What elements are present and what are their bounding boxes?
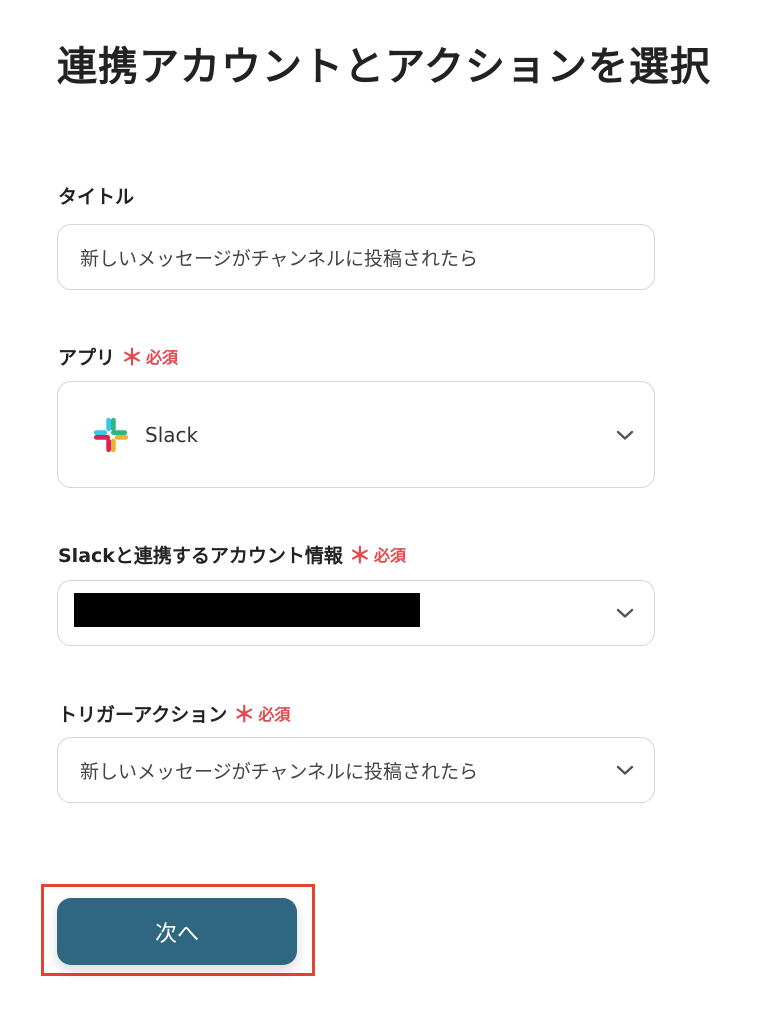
trigger-select-value: 新しいメッセージがチャンネルに投稿されたら — [80, 760, 479, 783]
account-label-text: Slackと連携するアカウント情報 — [58, 544, 343, 567]
required-indicator: ＊ 必須 — [233, 697, 290, 729]
next-button[interactable]: 次へ — [57, 898, 297, 965]
chevron-down-icon — [616, 765, 634, 775]
account-select[interactable] — [57, 580, 655, 646]
title-input-value: 新しいメッセージがチャンネルに投稿されたら — [80, 247, 479, 270]
page-title: 連携アカウントとアクションを選択 — [57, 44, 711, 90]
required-star: ＊ — [121, 346, 144, 371]
required-star: ＊ — [233, 703, 256, 728]
app-select-value: Slack — [145, 422, 199, 447]
trigger-label-text: トリガーアクション — [58, 703, 228, 726]
required-star: ＊ — [348, 544, 371, 569]
app-label: アプリ ＊ 必須 — [58, 340, 178, 372]
chevron-down-icon — [616, 430, 634, 440]
title-label: タイトル — [58, 182, 134, 209]
app-label-text: アプリ — [58, 346, 116, 369]
required-indicator: ＊ 必須 — [349, 538, 406, 570]
slack-logo-icon — [93, 417, 129, 452]
redacted-account-value — [74, 593, 420, 627]
app-select[interactable]: Slack — [57, 381, 655, 488]
account-label: Slackと連携するアカウント情報 ＊ 必須 — [58, 538, 406, 570]
chevron-down-icon — [616, 608, 634, 618]
title-label-text: タイトル — [58, 186, 135, 208]
required-text: 必須 — [373, 546, 406, 565]
title-input[interactable]: 新しいメッセージがチャンネルに投稿されたら — [57, 224, 655, 290]
required-text: 必須 — [258, 705, 291, 724]
required-text: 必須 — [146, 348, 179, 367]
required-indicator: ＊ 必須 — [121, 340, 178, 372]
trigger-label: トリガーアクション ＊ 必須 — [58, 697, 290, 729]
trigger-select[interactable]: 新しいメッセージがチャンネルに投稿されたら — [57, 737, 655, 803]
